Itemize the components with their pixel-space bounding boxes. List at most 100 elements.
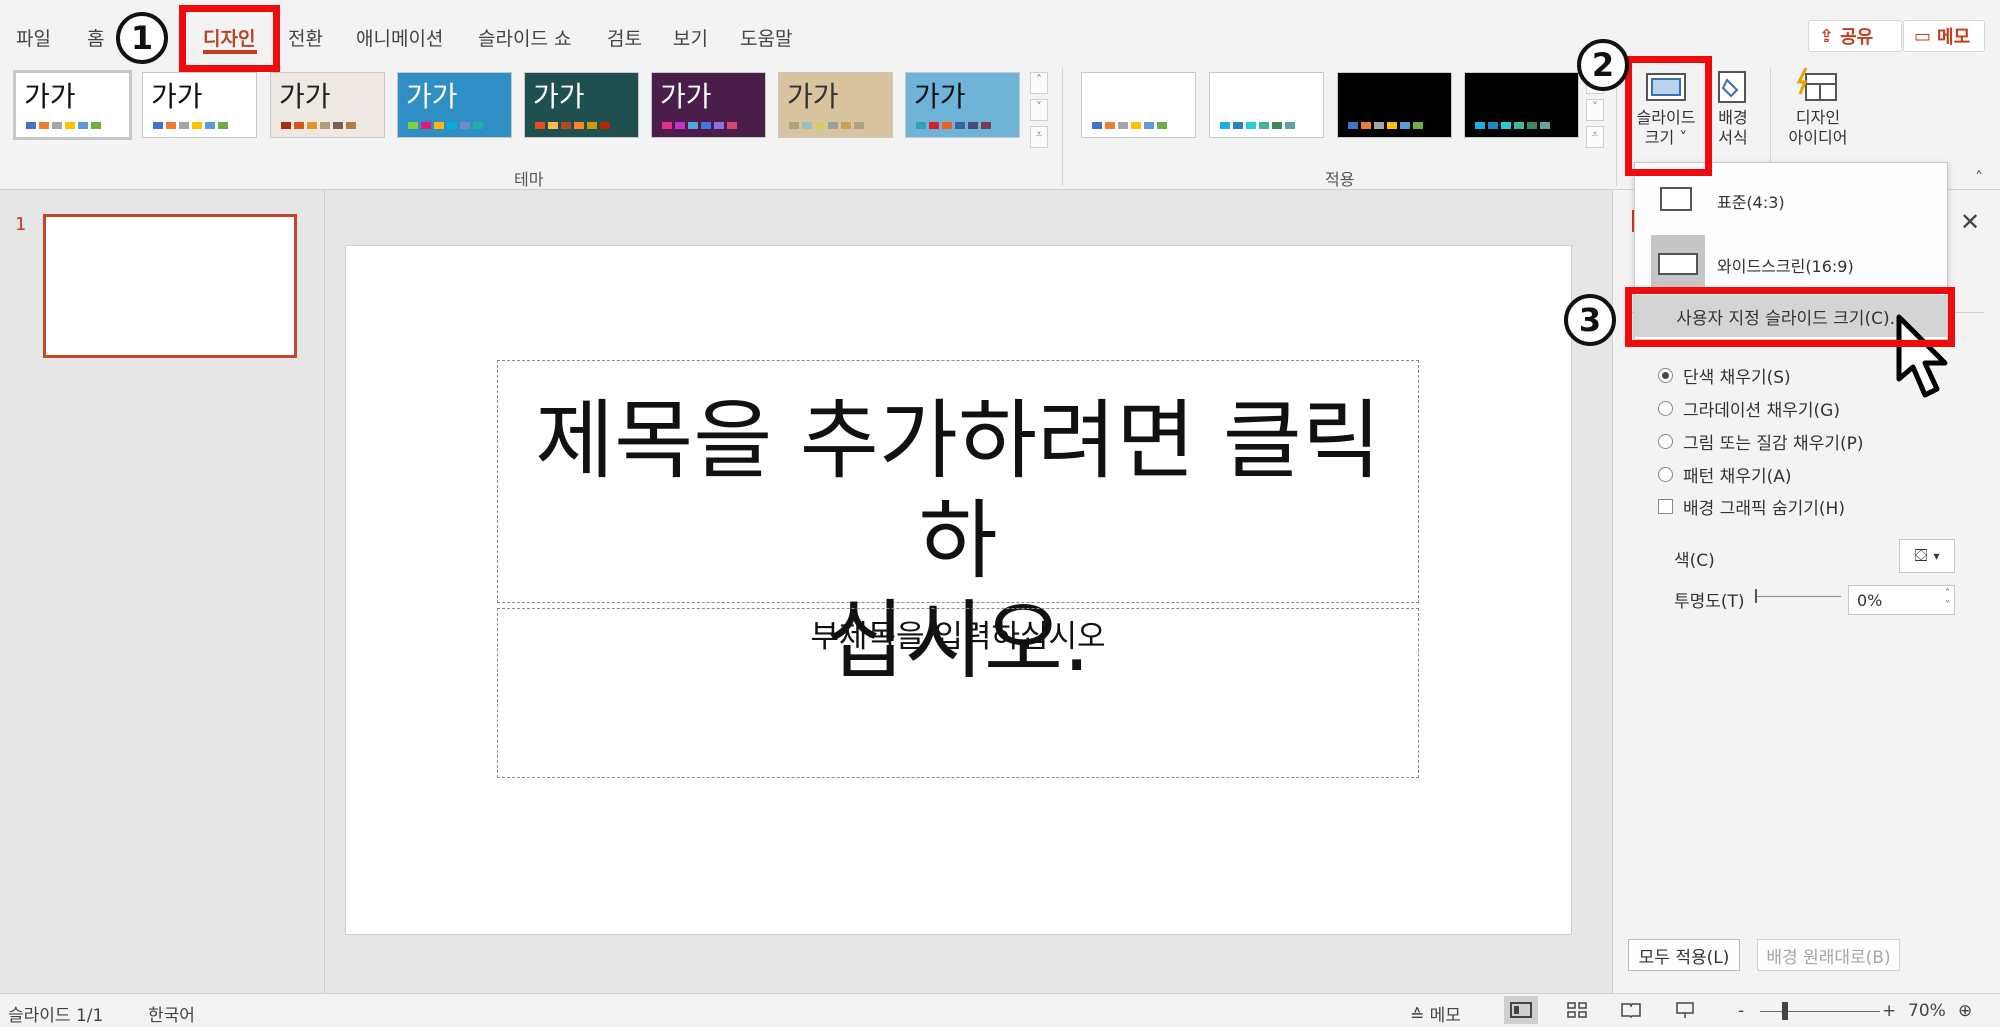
design-ideas-label-1: 디자인 [1795, 108, 1841, 127]
spin-buttons[interactable]: ˄ ˅ [1945, 588, 1950, 612]
scroll-down-icon[interactable]: ˅ [1030, 99, 1048, 121]
tab-view[interactable]: 보기 [673, 24, 708, 51]
zoom-slider-track[interactable] [1760, 1011, 1880, 1012]
theme-thumbnail[interactable]: 가가 [397, 72, 512, 138]
transparency-slider-track[interactable] [1755, 596, 1841, 597]
reading-view-button[interactable] [1614, 996, 1648, 1024]
fit-to-window-icon[interactable]: ⊕ [1958, 1001, 1972, 1021]
transparency-label: 투명도(T) [1674, 592, 1745, 612]
radio-solid-fill[interactable] [1658, 368, 1673, 383]
normal-view-icon [1510, 1002, 1532, 1018]
theme-thumbnail[interactable]: 가가 [651, 72, 766, 138]
theme-thumbnail[interactable]: 가가 [270, 72, 385, 138]
theme-thumbnail[interactable]: 가가 [142, 72, 257, 138]
language-indicator[interactable]: 한국어 [148, 1001, 195, 1026]
format-background-button[interactable]: 배경 서식 [1708, 66, 1758, 148]
tab-review[interactable]: 검토 [607, 24, 642, 51]
tab-file[interactable]: 파일 [16, 24, 51, 51]
variant-thumbnail[interactable] [1337, 72, 1452, 138]
paint-bucket-icon: ⛋ [1914, 546, 1928, 566]
theme-sample-text: 가가 [914, 80, 966, 113]
group-separator [1062, 68, 1063, 186]
theme-sample-text: 가가 [406, 80, 458, 113]
apply-to-all-button[interactable]: 모두 적용(L) [1628, 939, 1740, 971]
transparency-slider-thumb[interactable] [1755, 589, 1757, 603]
zoom-slider-thumb[interactable] [1782, 1002, 1788, 1020]
widescreen-ratio-icon [1658, 253, 1698, 275]
fill-color-button[interactable]: ⛋ ▾ [1899, 539, 1955, 573]
theme-sample-text: 가가 [279, 80, 331, 113]
reading-view-icon [1621, 1003, 1641, 1018]
theme-thumbnail[interactable]: 가가 [778, 72, 893, 138]
tab-transitions[interactable]: 전환 [288, 24, 323, 51]
subtitle-text: 부제목을 입력하십시오 [810, 619, 1106, 655]
theme-thumbnail[interactable]: 가가 [13, 70, 132, 140]
themes-group-label: 테마 [514, 170, 544, 189]
slide-count: 슬라이드 1/1 [8, 1006, 104, 1026]
chevron-down-icon: ▾ [1933, 549, 1940, 563]
title-placeholder[interactable]: 제목을 추가하려면 클릭하 십시오. [497, 360, 1419, 691]
design-ideas-label-2: 아이디어 [1788, 128, 1848, 147]
share-label: 공유 [1840, 27, 1874, 48]
share-icon: ⇪ [1819, 25, 1835, 47]
hide-background-graphics-option[interactable]: 배경 그래픽 숨기기(H) [1658, 494, 1845, 519]
tab-help[interactable]: 도움말 [740, 24, 792, 51]
solid-fill-option[interactable]: 단색 채우기(S) [1658, 363, 1791, 388]
scroll-up-icon[interactable]: ˄ [1030, 72, 1048, 94]
tab-animations[interactable]: 애니메이션 [356, 24, 443, 51]
slide-sorter-icon [1567, 1002, 1587, 1018]
transparency-value: 0% [1857, 590, 1883, 610]
format-bg-label-2: 서식 [1718, 128, 1748, 147]
solid-fill-label: 단색 채우기(S) [1683, 368, 1791, 388]
close-icon[interactable]: ✕ [1960, 208, 1980, 236]
collapse-ribbon-icon[interactable]: ˄ [1975, 168, 1983, 187]
theme-thumbnail[interactable]: 가가 [524, 72, 639, 138]
picture-fill-option[interactable]: 그림 또는 질감 채우기(P) [1658, 429, 1864, 454]
transparency-input[interactable]: 0% ˄ ˅ [1848, 585, 1955, 615]
gallery-more-icon[interactable]: ⩡ [1030, 126, 1048, 148]
radio-picture-fill[interactable] [1658, 434, 1673, 449]
normal-view-button[interactable] [1504, 996, 1538, 1024]
widescreen-size-item[interactable]: 와이드스크린(16:9) [1635, 233, 1947, 293]
slide-sorter-view-button[interactable] [1560, 996, 1594, 1024]
variant-thumbnail[interactable] [1464, 72, 1579, 138]
comment-icon: ▭ [1914, 25, 1932, 47]
design-ideas-button[interactable]: 디자인 아이디어 [1780, 66, 1856, 148]
notes-button[interactable]: ≙ 메모 [1410, 1001, 1461, 1026]
theme-sample-text: 가가 [787, 80, 839, 113]
highlight-slide-size [1625, 56, 1712, 176]
picture-fill-label: 그림 또는 질감 채우기(P) [1683, 434, 1864, 454]
subtitle-placeholder[interactable]: 부제목을 입력하십시오 [497, 608, 1419, 778]
slide-canvas[interactable]: 제목을 추가하려면 클릭하 십시오. 부제목을 입력하십시오 [345, 245, 1572, 935]
gallery-more-icon[interactable]: ⩡ [1586, 126, 1604, 148]
tab-slideshow[interactable]: 슬라이드 쇼 [478, 24, 571, 51]
radio-pattern-fill[interactable] [1658, 467, 1673, 482]
comments-button[interactable]: ▭ 메모 [1903, 20, 1985, 52]
theme-color-swatches [535, 122, 610, 129]
widescreen-size-label: 와이드스크린(16:9) [1717, 257, 1854, 276]
tab-home[interactable]: 홈 [87, 24, 104, 51]
radio-gradient-fill[interactable] [1658, 401, 1673, 416]
slideshow-view-button[interactable] [1668, 996, 1702, 1024]
variant-thumbnail[interactable] [1081, 72, 1196, 138]
zoom-out-button[interactable]: - [1738, 1001, 1744, 1021]
share-button[interactable]: ⇪ 공유 [1808, 20, 1902, 52]
thumbnail-number: 1 [15, 214, 27, 235]
reset-background-button[interactable]: 배경 원래대로(B) [1757, 939, 1900, 971]
theme-color-swatches [408, 122, 483, 129]
theme-sample-text: 가가 [660, 80, 712, 113]
themes-scroll: ˄ ˅ ⩡ [1030, 72, 1048, 148]
scroll-down-icon[interactable]: ˅ [1586, 99, 1604, 121]
variant-thumbnail[interactable] [1209, 72, 1324, 138]
theme-sample-text: 가가 [533, 80, 585, 113]
theme-thumbnail[interactable]: 가가 [905, 72, 1020, 138]
gradient-fill-option[interactable]: 그라데이션 채우기(G) [1658, 396, 1840, 421]
standard-size-item[interactable]: 표준(4:3) [1635, 169, 1947, 229]
pattern-fill-option[interactable]: 패턴 채우기(A) [1658, 462, 1792, 487]
hide-bg-checkbox[interactable] [1658, 499, 1673, 514]
theme-color-swatches [789, 122, 864, 129]
format-bg-label-1: 배경 [1718, 108, 1748, 127]
zoom-level[interactable]: 70% [1908, 1001, 1946, 1021]
zoom-in-button[interactable]: + [1882, 1001, 1896, 1021]
slide-thumbnail[interactable] [43, 214, 297, 358]
